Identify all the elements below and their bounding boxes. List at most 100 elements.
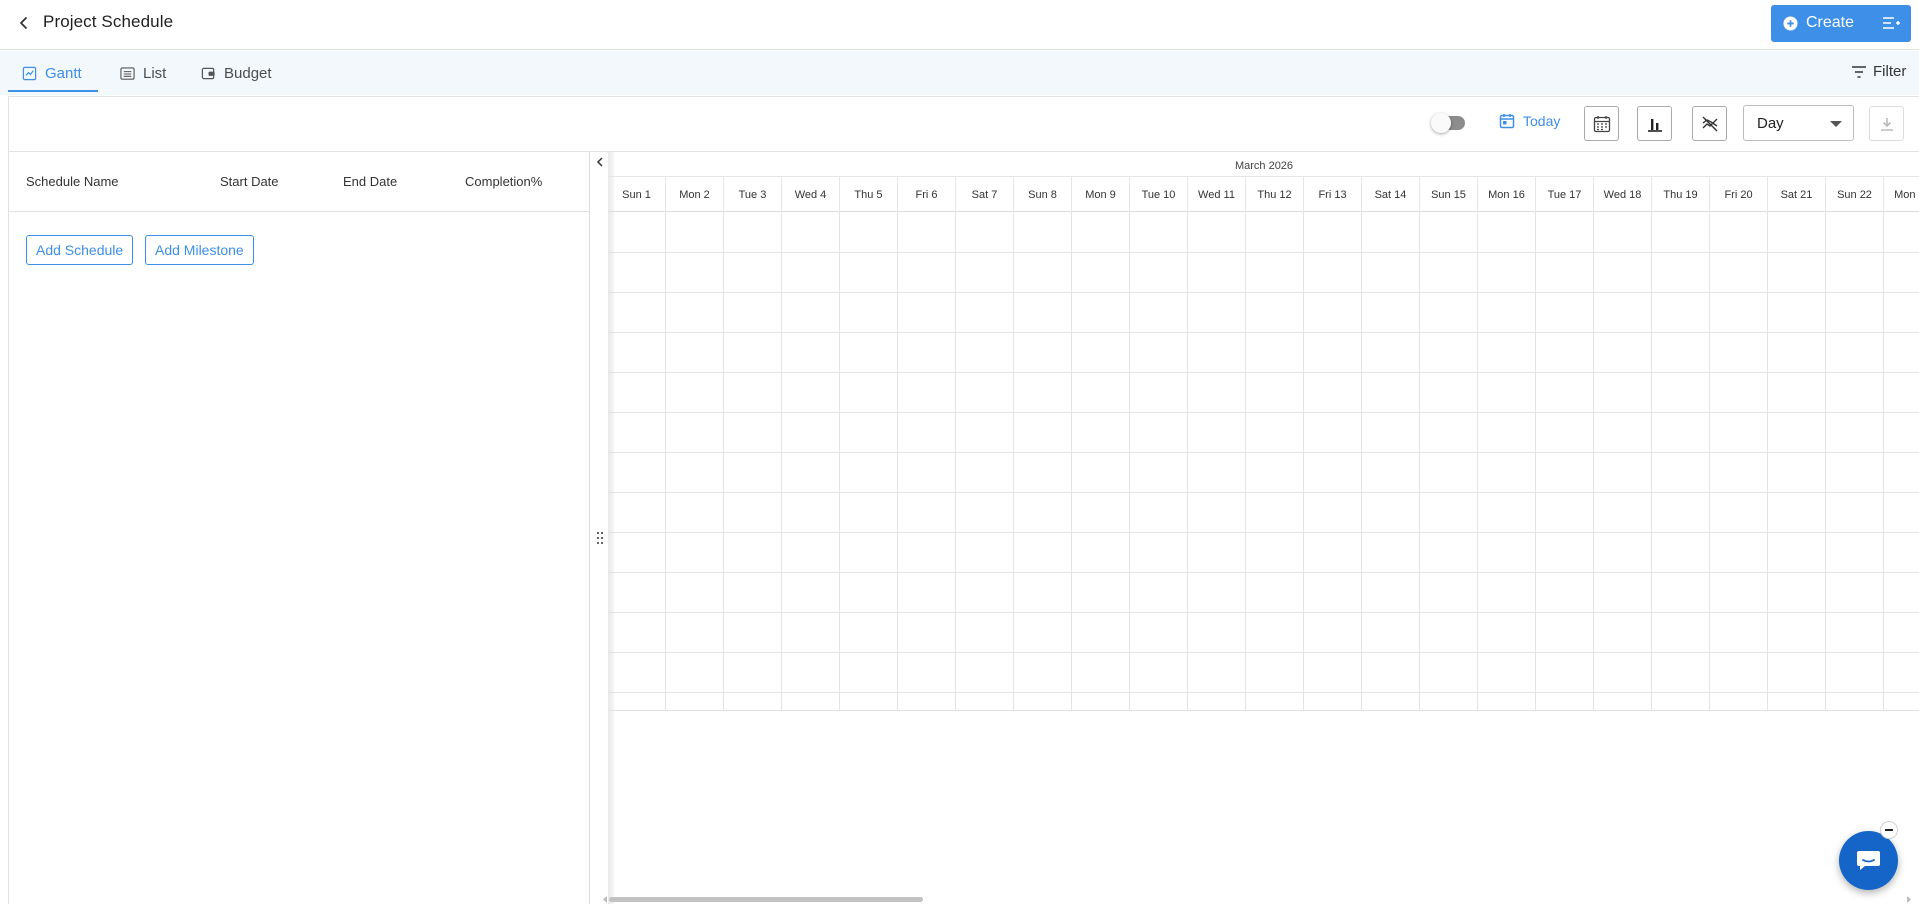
- tab-list-label: List: [143, 64, 167, 82]
- plus-circle-icon: [1783, 16, 1798, 31]
- tab-gantt-label: Gantt: [45, 64, 82, 82]
- filter-label: Filter: [1873, 63, 1907, 80]
- timeline-row-line: [608, 412, 1919, 413]
- gantt-icon: [22, 66, 37, 80]
- timeline-column-line: [1245, 212, 1246, 710]
- caret-down-icon: [1830, 121, 1842, 127]
- timeline-column-line: [781, 212, 782, 710]
- day-header: Fri 20: [1710, 177, 1768, 213]
- tab-budget-label: Budget: [224, 64, 272, 82]
- baseline-button[interactable]: [1637, 106, 1672, 141]
- day-header: Sun 8: [1014, 177, 1072, 213]
- view-tabs-bar: Gantt List Budget Filter: [0, 51, 1919, 95]
- month-label: March 2026: [1234, 160, 1294, 172]
- time-scale-value: Day: [1757, 115, 1784, 132]
- timeline-column-line: [1361, 212, 1362, 710]
- timeline-row-line: [608, 692, 1919, 693]
- gantt-toolbar: Today Day: [9, 97, 1919, 152]
- day-header: Mon 16: [1478, 177, 1536, 213]
- tab-budget[interactable]: Budget: [201, 51, 272, 95]
- timeline-column-line: [1825, 212, 1826, 710]
- timeline-column-line: [1013, 212, 1014, 710]
- timeline-column-line: [665, 212, 666, 710]
- create-button-label: Create: [1806, 14, 1855, 31]
- chat-minimize-button[interactable]: [1880, 821, 1898, 839]
- timeline-row-line: [608, 292, 1919, 293]
- create-button[interactable]: Create: [1771, 5, 1911, 42]
- drag-handle-icon[interactable]: [595, 531, 605, 545]
- timeline-column-line: [839, 212, 840, 710]
- timeline-column-line: [1071, 212, 1072, 710]
- timeline-column-line: [1593, 212, 1594, 710]
- timeline-column-line: [1303, 212, 1304, 710]
- timeline-column-line: [723, 212, 724, 710]
- add-schedule-button[interactable]: Add Schedule: [26, 235, 134, 265]
- tab-list[interactable]: List: [120, 51, 166, 95]
- critical-path-toggle[interactable]: [1431, 113, 1465, 133]
- today-label: Today: [1523, 113, 1561, 129]
- calendar-icon: [1593, 115, 1610, 132]
- day-header: Wed 4: [782, 177, 840, 213]
- day-header: Mon 23: [1884, 177, 1919, 213]
- timeline-row-line: [608, 572, 1919, 573]
- day-header: Wed 18: [1594, 177, 1652, 213]
- add-milestone-button[interactable]: Add Milestone: [145, 235, 254, 265]
- hide-dependencies-button[interactable]: [1692, 106, 1727, 141]
- column-completion[interactable]: Completion%: [465, 174, 542, 189]
- gantt-panel: Today Day Schedule Name Start Date End D…: [8, 96, 1919, 904]
- splitter: [591, 152, 607, 904]
- today-button[interactable]: Today: [1499, 113, 1560, 129]
- chat-widget-button[interactable]: [1839, 831, 1898, 890]
- chevron-left-icon[interactable]: [14, 13, 34, 33]
- day-header: Thu 5: [840, 177, 898, 213]
- chat-icon: [1857, 851, 1880, 870]
- day-header: Tue 17: [1536, 177, 1594, 213]
- tab-gantt[interactable]: Gantt: [8, 51, 98, 95]
- column-end-date[interactable]: End Date: [343, 174, 397, 189]
- day-header: Sat 14: [1362, 177, 1420, 213]
- day-header: Sun 1: [608, 177, 666, 213]
- timeline-column-line: [1651, 212, 1652, 710]
- day-header: Fri 13: [1304, 177, 1362, 213]
- calendar-button[interactable]: [1584, 106, 1619, 141]
- download-icon: [1880, 117, 1893, 131]
- day-header: Sat 7: [956, 177, 1014, 213]
- day-header: Fri 6: [898, 177, 956, 213]
- timeline-row-line: [608, 492, 1919, 493]
- day-header: Mon 2: [666, 177, 724, 213]
- timeline-column-line: [1129, 212, 1130, 710]
- menu-add-icon[interactable]: [1882, 15, 1900, 31]
- scroll-left-icon[interactable]: [601, 895, 609, 904]
- days-header-row: Sun 1 Mon 2 Tue 3 Wed 4 Thu 5 Fri 6 Sat 7 Sun 8…: [608, 176, 1919, 213]
- page-title: Project Schedule: [43, 12, 174, 31]
- horizontal-scrollbar[interactable]: [609, 897, 923, 902]
- timeline-row-line: [608, 252, 1919, 253]
- day-header: Thu 12: [1246, 177, 1304, 213]
- time-scale-select[interactable]: Day: [1743, 105, 1854, 141]
- day-header: Sun 22: [1826, 177, 1884, 213]
- timeline-row-line: [608, 332, 1919, 333]
- day-header: Mon 9: [1072, 177, 1130, 213]
- filter-button[interactable]: Filter: [1851, 63, 1906, 80]
- toggle-knob: [1431, 113, 1451, 133]
- timeline-row-line: [608, 532, 1919, 533]
- scroll-right-icon[interactable]: [1905, 895, 1913, 904]
- day-header: Tue 3: [724, 177, 782, 213]
- list-icon: [120, 66, 135, 80]
- day-header: Thu 19: [1652, 177, 1710, 213]
- timeline-row-line: [608, 710, 1919, 711]
- calendar-today-icon: [1499, 114, 1515, 129]
- timeline-column-line: [897, 212, 898, 710]
- timeline-column-line: [1187, 212, 1188, 710]
- timeline-column-line: [1883, 212, 1884, 710]
- column-schedule-name[interactable]: Schedule Name: [26, 174, 119, 189]
- chevron-left-icon[interactable]: [594, 155, 606, 169]
- top-bar: Project Schedule Create: [0, 0, 1919, 50]
- timeline-column-line: [1709, 212, 1710, 710]
- column-start-date[interactable]: Start Date: [220, 174, 279, 189]
- gantt-timeline[interactable]: March 2026 Sun 1 Mon 2 Tue 3 Wed 4 Thu 5 Fri …: [608, 152, 1919, 904]
- download-button[interactable]: [1869, 106, 1904, 141]
- timeline-column-line: [1767, 212, 1768, 710]
- timeline-row-line: [608, 452, 1919, 453]
- schedule-grid: Schedule Name Start Date End Date Comple…: [9, 152, 590, 904]
